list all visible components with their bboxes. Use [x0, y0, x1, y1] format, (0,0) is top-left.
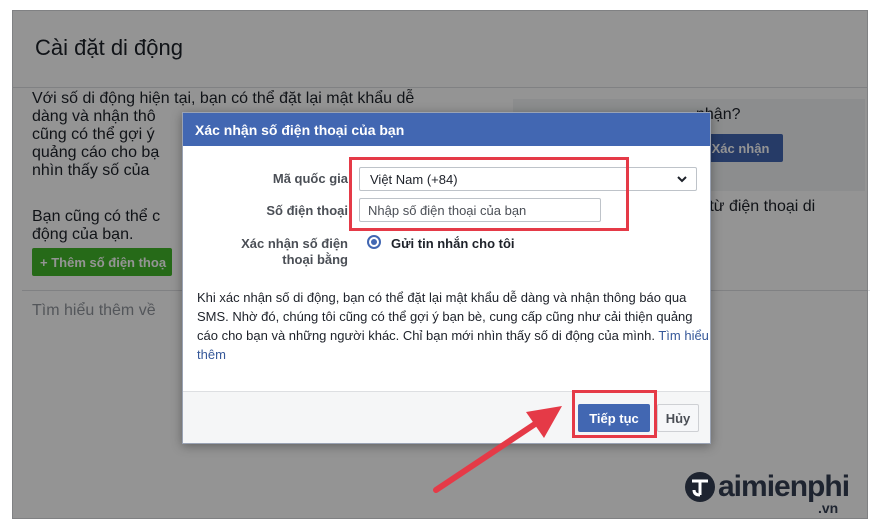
confirm-phone-dialog: Xác nhận số điện thoại của bạn Mã quốc g… — [182, 112, 711, 444]
country-label: Mã quốc gia — [272, 171, 348, 186]
country-value: Việt Nam (+84) — [370, 171, 458, 187]
send-sms-option-label[interactable]: Gửi tin nhắn cho tôi — [391, 236, 515, 251]
watermark-brand: aimienphi — [718, 470, 850, 503]
phone-label: Số điện thoại — [266, 203, 348, 218]
phone-input[interactable] — [359, 198, 601, 222]
cancel-button[interactable]: Hủy — [657, 404, 699, 432]
watermark: aimienphi — [684, 470, 850, 504]
arrow-icon — [433, 406, 562, 493]
country-select[interactable]: Việt Nam (+84) — [359, 167, 697, 191]
verify-method-label: Xác nhận số điện thoại bằng — [241, 236, 348, 268]
description-text: Khi xác nhận số di động, bạn có thể đặt … — [197, 290, 693, 343]
watermark-suffix: .vn — [818, 500, 839, 516]
radio-icon[interactable] — [367, 235, 381, 249]
taimienphi-logo-icon — [685, 472, 715, 502]
dialog-title: Xác nhận số điện thoại của bạn — [183, 113, 710, 146]
verify-label-line-2: thoại bằng — [282, 252, 348, 267]
verify-label-line-1: Xác nhận số điện — [241, 236, 348, 251]
continue-button[interactable]: Tiếp tục — [578, 404, 650, 432]
dialog-description: Khi xác nhận số di động, bạn có thể đặt … — [197, 288, 709, 364]
chevron-down-icon — [677, 176, 687, 183]
